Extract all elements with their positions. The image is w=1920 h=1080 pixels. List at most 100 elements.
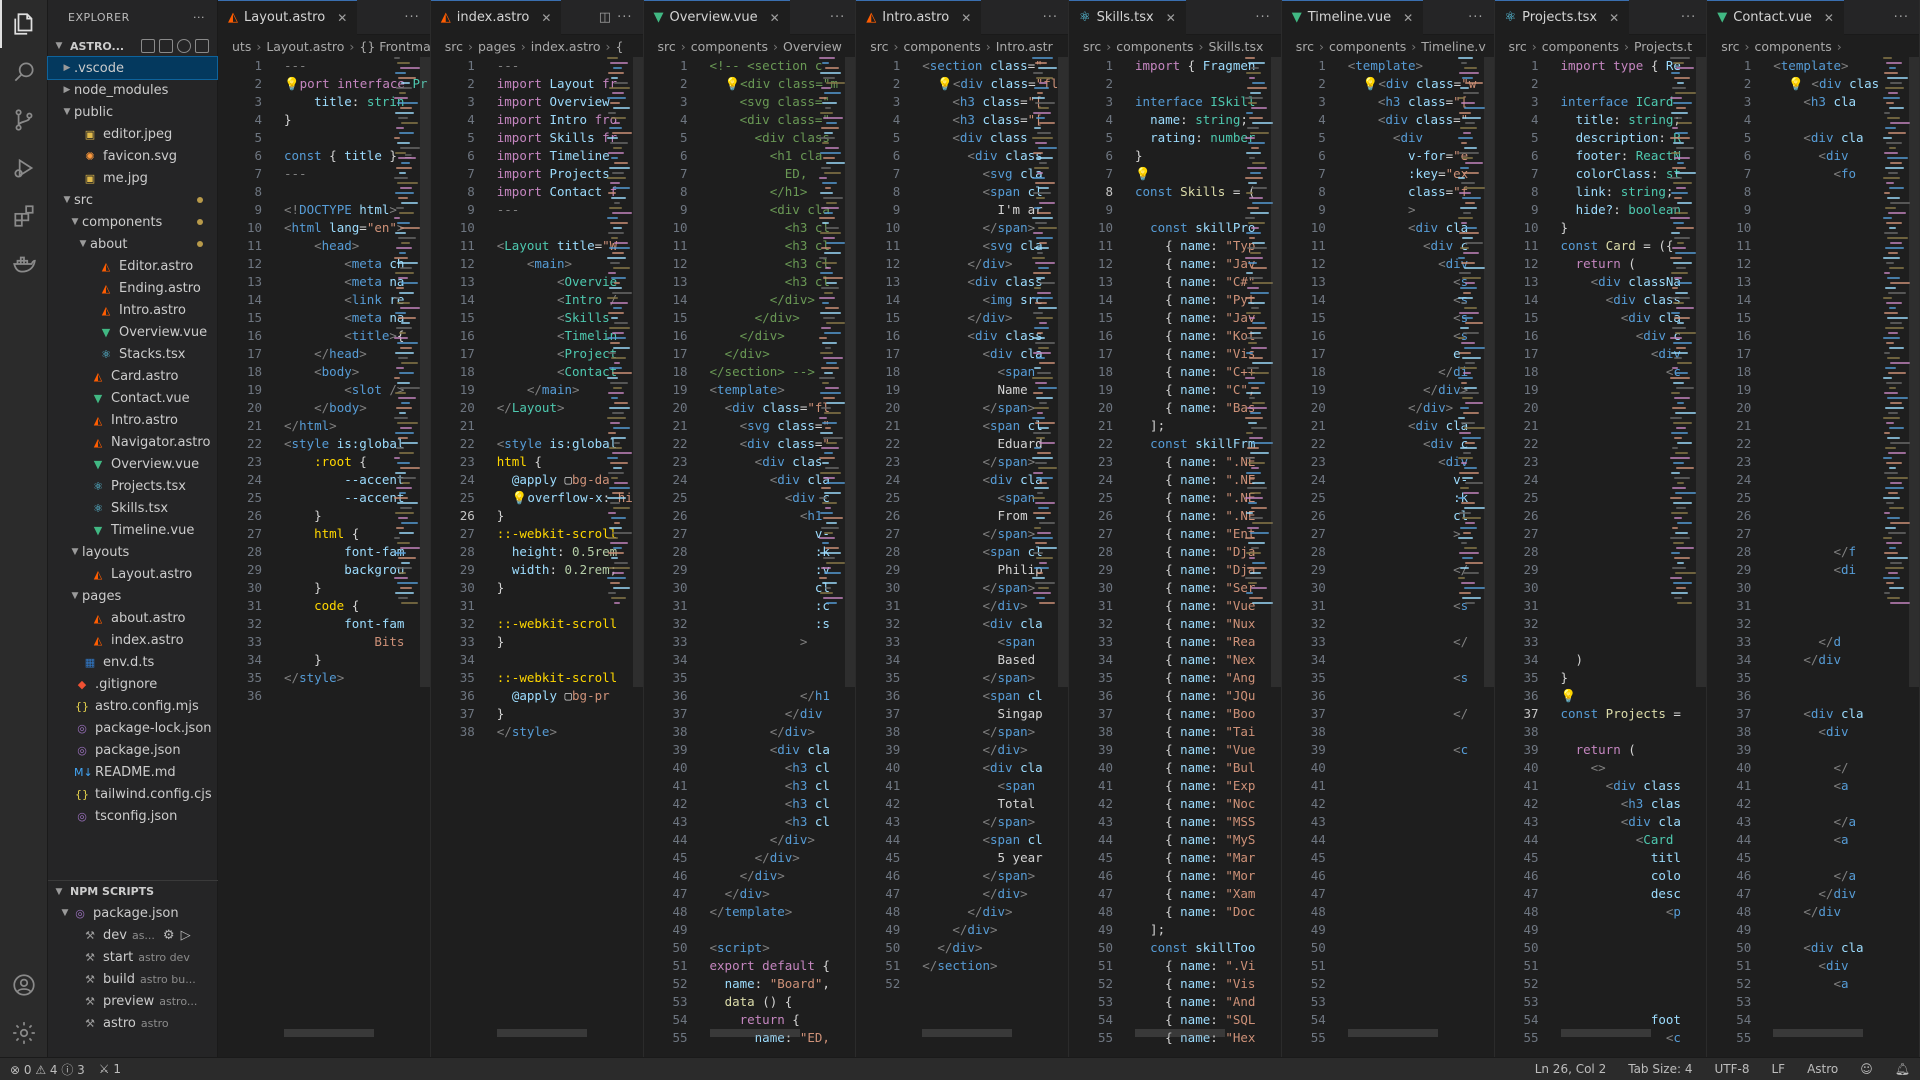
- breadcrumb-item[interactable]: src: [1296, 39, 1314, 54]
- breadcrumb-item[interactable]: src: [1721, 39, 1739, 54]
- breadcrumb-item[interactable]: src: [870, 39, 888, 54]
- refresh-icon[interactable]: [177, 39, 191, 53]
- close-icon[interactable]: ✕: [770, 11, 780, 25]
- file-item[interactable]: {} astro.config.mjs: [48, 695, 217, 717]
- editor-actions[interactable]: ◫ ···: [599, 10, 643, 25]
- cursor-position[interactable]: Ln 26, Col 2: [1535, 1062, 1607, 1076]
- ports-indicator[interactable]: ⚔ 1: [99, 1062, 121, 1076]
- file-item[interactable]: ◭ Layout.astro: [48, 563, 217, 585]
- close-icon[interactable]: ✕: [337, 11, 347, 25]
- breadcrumb-item[interactable]: src: [658, 39, 676, 54]
- vertical-scrollbar[interactable]: [1696, 57, 1707, 687]
- horizontal-scrollbar[interactable]: [709, 1029, 800, 1037]
- horizontal-scrollbar[interactable]: [1347, 1029, 1438, 1037]
- source-control-icon[interactable]: [0, 96, 48, 144]
- breadcrumb-item[interactable]: components: [691, 39, 768, 54]
- file-item[interactable]: ◎ package-lock.json: [48, 717, 217, 739]
- file-item[interactable]: ⚛ Stacks.tsx: [48, 343, 217, 365]
- npm-script-item[interactable]: ⚒ dev as... ⚙ ▷: [48, 924, 218, 946]
- file-item[interactable]: ◭ about.astro: [48, 607, 217, 629]
- vertical-scrollbar[interactable]: [632, 57, 643, 687]
- problems-indicator[interactable]: ⊗ 0 ⚠ 4 ⓘ 3: [10, 1061, 85, 1078]
- file-item[interactable]: ◭ Intro.astro: [48, 409, 217, 431]
- extensions-icon[interactable]: [0, 192, 48, 240]
- breadcrumb-item[interactable]: Intro.astr: [996, 39, 1053, 54]
- folder-item[interactable]: ▶ node_modules: [48, 79, 217, 101]
- new-folder-icon[interactable]: [159, 39, 173, 53]
- breadcrumb-item[interactable]: index.astro: [531, 39, 601, 54]
- file-item[interactable]: ⚛ Projects.tsx: [48, 475, 217, 497]
- file-item[interactable]: ▼ Overview.vue: [48, 453, 217, 475]
- folder-item[interactable]: ▼ components: [48, 211, 217, 233]
- code-editor[interactable]: 1 2 3 4 5 6 7 8 9 10 11 12 13 14 15 16 17 18 19 20 21 22 23 24 2…: [431, 57, 643, 1037]
- breadcrumb-item[interactable]: pages: [478, 39, 516, 54]
- vertical-scrollbar[interactable]: [1909, 57, 1919, 687]
- editor-tab[interactable]: ▼ Contact.vue ✕: [1707, 0, 1844, 35]
- horizontal-scrollbar[interactable]: [1135, 1029, 1225, 1037]
- vertical-scrollbar[interactable]: [1058, 57, 1068, 687]
- breadcrumb-item[interactable]: {} Frontmatt: [359, 39, 429, 54]
- breadcrumb-item[interactable]: src: [1083, 39, 1101, 54]
- file-item[interactable]: ▦ env.d.ts: [48, 651, 217, 673]
- file-item[interactable]: ▼ Overview.vue: [48, 321, 217, 343]
- file-item[interactable]: {} tailwind.config.cjs: [48, 783, 217, 805]
- file-item[interactable]: ▣ editor.jpeg: [48, 123, 217, 145]
- close-icon[interactable]: ✕: [1824, 11, 1834, 25]
- file-item[interactable]: M↓ README.md: [48, 761, 217, 783]
- explorer-icon[interactable]: [0, 0, 48, 48]
- editor-actions[interactable]: ···: [404, 10, 429, 25]
- docker-icon[interactable]: [0, 240, 48, 288]
- breadcrumb-item[interactable]: components: [1755, 39, 1832, 54]
- run-debug-icon[interactable]: [0, 144, 48, 192]
- language-mode[interactable]: Astro: [1807, 1062, 1838, 1076]
- notifications-bell-icon[interactable]: 🔔︎: [1895, 1062, 1910, 1076]
- code-editor[interactable]: 1 2 3 4 5 6 7 8 9 10 11 12 13 14 15 16 17 18 19 20 21 22 23 24 2…: [644, 57, 856, 1045]
- breadcrumb-item[interactable]: {: [616, 39, 624, 54]
- close-icon[interactable]: ✕: [541, 11, 551, 25]
- collapse-all-icon[interactable]: [195, 39, 209, 53]
- horizontal-scrollbar[interactable]: [922, 1029, 1013, 1037]
- more-actions-icon[interactable]: ···: [193, 11, 205, 24]
- run-script-icon[interactable]: ▷: [181, 928, 191, 943]
- settings-gear-icon[interactable]: [0, 1009, 48, 1057]
- editor-actions[interactable]: ···: [1255, 10, 1280, 25]
- file-item[interactable]: ◭ Navigator.astro: [48, 431, 217, 453]
- folder-item[interactable]: ▼ layouts: [48, 541, 217, 563]
- code-editor[interactable]: 1 2 3 4 5 6 7 8 9 10 11 12 13 14 15 16 17 18 19 20 21 22 23 24 2…: [1495, 57, 1707, 1045]
- vertical-scrollbar[interactable]: [419, 57, 430, 687]
- folder-item[interactable]: ▼ about: [48, 233, 217, 255]
- file-item[interactable]: ◭ index.astro: [48, 629, 217, 651]
- npm-script-item[interactable]: ⚒ astro astro: [48, 1012, 218, 1034]
- npm-package-item[interactable]: ▼ ◎ package.json: [48, 902, 218, 924]
- breadcrumb-item[interactable]: components: [904, 39, 981, 54]
- editor-tab[interactable]: ◭ Intro.astro ✕: [856, 0, 982, 35]
- breadcrumb-item[interactable]: uts: [232, 39, 251, 54]
- folder-item[interactable]: ▼ pages: [48, 585, 217, 607]
- breadcrumb-item[interactable]: src: [1509, 39, 1527, 54]
- file-item[interactable]: ▼ Timeline.vue: [48, 519, 217, 541]
- file-item[interactable]: ◭ Intro.astro: [48, 299, 217, 321]
- minimap[interactable]: [1457, 57, 1485, 657]
- minimap[interactable]: [1032, 57, 1057, 657]
- breadcrumb-item[interactable]: Skills.tsx: [1208, 39, 1263, 54]
- encoding[interactable]: UTF-8: [1714, 1062, 1749, 1076]
- file-item[interactable]: ◎ package.json: [48, 739, 217, 761]
- new-file-icon[interactable]: [141, 39, 155, 53]
- editor-tab[interactable]: ◭ Layout.astro ✕: [218, 0, 358, 35]
- breadcrumb-item[interactable]: Timeline.v: [1421, 39, 1486, 54]
- file-item[interactable]: ✺ favicon.svg: [48, 145, 217, 167]
- minimap[interactable]: [1244, 57, 1273, 657]
- vertical-scrollbar[interactable]: [1483, 57, 1494, 687]
- close-icon[interactable]: ✕: [1166, 11, 1176, 25]
- folder-item[interactable]: ▼ public: [48, 101, 217, 123]
- horizontal-scrollbar[interactable]: [1773, 1029, 1864, 1037]
- debug-script-icon[interactable]: ⚙: [163, 928, 175, 943]
- breadcrumb-item[interactable]: components: [1329, 39, 1406, 54]
- breadcrumb-item[interactable]: Layout.astro: [266, 39, 344, 54]
- end-of-line[interactable]: LF: [1771, 1062, 1785, 1076]
- breadcrumb-item[interactable]: Projects.t: [1634, 39, 1692, 54]
- feedback-icon[interactable]: ☺: [1860, 1062, 1873, 1076]
- vertical-scrollbar[interactable]: [845, 57, 856, 687]
- close-icon[interactable]: ✕: [961, 11, 971, 25]
- breadcrumb-item[interactable]: Overview: [783, 39, 842, 54]
